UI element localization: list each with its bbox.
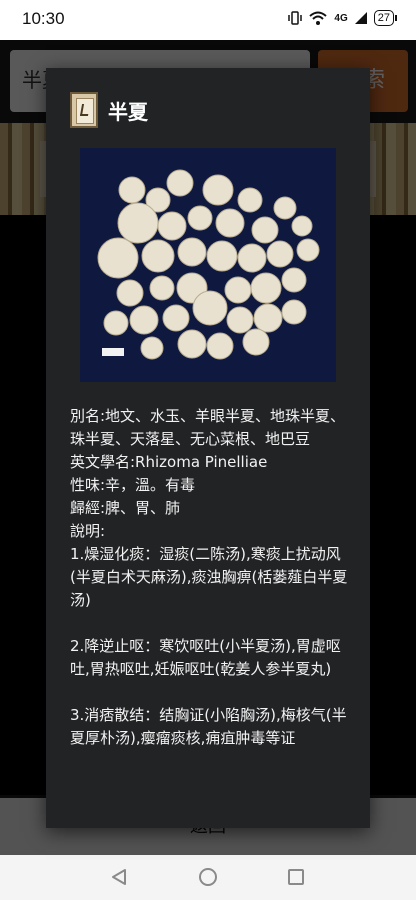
status-time: 10:30 — [22, 9, 65, 28]
square-recent-icon[interactable] — [288, 869, 304, 885]
circle-home-icon[interactable] — [199, 868, 217, 886]
dialog-title: 半夏 — [108, 99, 148, 124]
signal-label: 4G — [334, 12, 348, 24]
signal-icon — [354, 12, 367, 24]
vibrate-icon — [288, 11, 303, 25]
herb-nature: 性味:辛，溫。有毒 — [70, 476, 196, 494]
status-bar: 10:30 4G 27 — [0, 0, 416, 40]
herb-scroll-icon — [70, 92, 98, 128]
battery-icon: 27 — [373, 10, 398, 26]
wifi-icon — [309, 11, 328, 25]
status-icons: 4G 27 — [288, 10, 398, 26]
herb-meridian: 歸經:脾、胃、肺 — [70, 499, 181, 517]
description-item: 3.消痞散结：结胸证(小陷胸汤),梅核气(半夏厚朴汤),瘿瘤痰核,痈疽肿毒等证 — [70, 706, 347, 747]
herb-photo — [80, 148, 336, 382]
system-nav-bar — [0, 855, 416, 900]
description-label: 說明: — [70, 522, 106, 540]
description-item: 1.燥湿化痰：湿痰(二陈汤),寒痰上扰动风(半夏白术天麻汤),痰浊胸痹(栝蒌薤白… — [70, 545, 348, 609]
triangle-back-icon[interactable] — [110, 868, 128, 886]
herb-english-name: 英文學名:Rhizoma Pinelliae — [70, 453, 268, 471]
herb-description: 別名:地文、水玉、羊眼半夏、地珠半夏、珠半夏、天落星、无心菜根、地巴豆 英文學名… — [70, 405, 352, 750]
herb-detail-dialog: 半夏 別名:地文、水玉、羊眼半夏、地珠半夏、珠半夏、天落星、无心菜根、地巴豆 英… — [46, 68, 370, 828]
herb-alias: 別名:地文、水玉、羊眼半夏、地珠半夏、珠半夏、天落星、无心菜根、地巴豆 — [70, 407, 346, 448]
description-item: 2.降逆止呕：寒饮呕吐(小半夏汤),胃虚呕吐,胃热呕吐,妊娠呕吐(乾姜人参半夏丸… — [70, 637, 341, 678]
dialog-header: 半夏 — [70, 90, 148, 130]
